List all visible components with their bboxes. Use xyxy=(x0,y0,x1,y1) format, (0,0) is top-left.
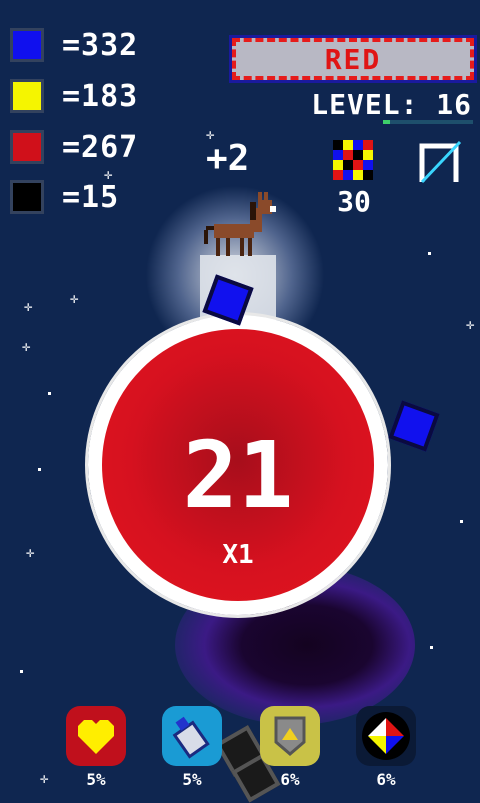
color-wheel-powerup-percent: 6% xyxy=(376,770,396,789)
star-dot xyxy=(20,670,23,673)
color-wheel-icon xyxy=(362,712,410,760)
yellow-count: =183 xyxy=(62,78,139,114)
shield-powerup-button[interactable] xyxy=(260,706,320,766)
blue-counter: =332 xyxy=(10,25,138,65)
score-multiplier: X1 xyxy=(222,540,254,570)
color-wheel-powerup-button[interactable] xyxy=(356,706,416,766)
blue-swatch-icon xyxy=(10,28,44,62)
level-progress-fill xyxy=(383,120,391,124)
spray-powerup-percent: 5% xyxy=(182,770,202,789)
pattern-count: 30 xyxy=(337,185,371,218)
spray-can-icon xyxy=(172,716,210,759)
star: ✛ xyxy=(40,771,49,787)
yellow-swatch-icon xyxy=(10,79,44,113)
yellow-counter: =183 xyxy=(10,76,138,116)
star-dot xyxy=(460,520,463,523)
black-count: =15 xyxy=(62,179,120,215)
red-swatch-icon xyxy=(10,130,44,164)
star-dot xyxy=(428,252,431,255)
blue-block[interactable] xyxy=(388,400,440,452)
star-dot xyxy=(38,468,41,471)
black-swatch-icon xyxy=(10,180,44,214)
spray-powerup-button[interactable] xyxy=(162,706,222,766)
star: ✛ xyxy=(26,545,35,561)
black-counter: =15 xyxy=(10,177,119,217)
star: ✛ xyxy=(22,339,31,355)
planet-score: 21 xyxy=(182,422,294,529)
target-color-banner: RED xyxy=(229,35,477,83)
checkered-color-pattern-icon[interactable] xyxy=(333,140,373,180)
star: ✛ xyxy=(24,299,33,315)
bow-icon[interactable] xyxy=(416,138,466,188)
red-counter: =267 xyxy=(10,127,138,167)
heart-powerup-percent: 5% xyxy=(86,770,106,789)
blue-count: =332 xyxy=(62,27,139,63)
heart-icon xyxy=(78,720,114,754)
bonus-label: +2 xyxy=(206,138,250,179)
heart-powerup-button[interactable] xyxy=(66,706,126,766)
star-dot xyxy=(48,392,51,395)
star-dot xyxy=(430,646,433,649)
target-color-label: RED xyxy=(324,42,382,76)
shield-icon xyxy=(274,716,306,756)
red-count: =267 xyxy=(62,129,139,165)
horse-icon xyxy=(204,192,276,256)
star: ✛ xyxy=(70,291,79,307)
level-progress-bar xyxy=(383,120,473,124)
star: ✛ xyxy=(466,317,475,333)
shield-powerup-percent: 6% xyxy=(280,770,300,789)
level-label: LEVEL: 16 xyxy=(311,88,472,121)
